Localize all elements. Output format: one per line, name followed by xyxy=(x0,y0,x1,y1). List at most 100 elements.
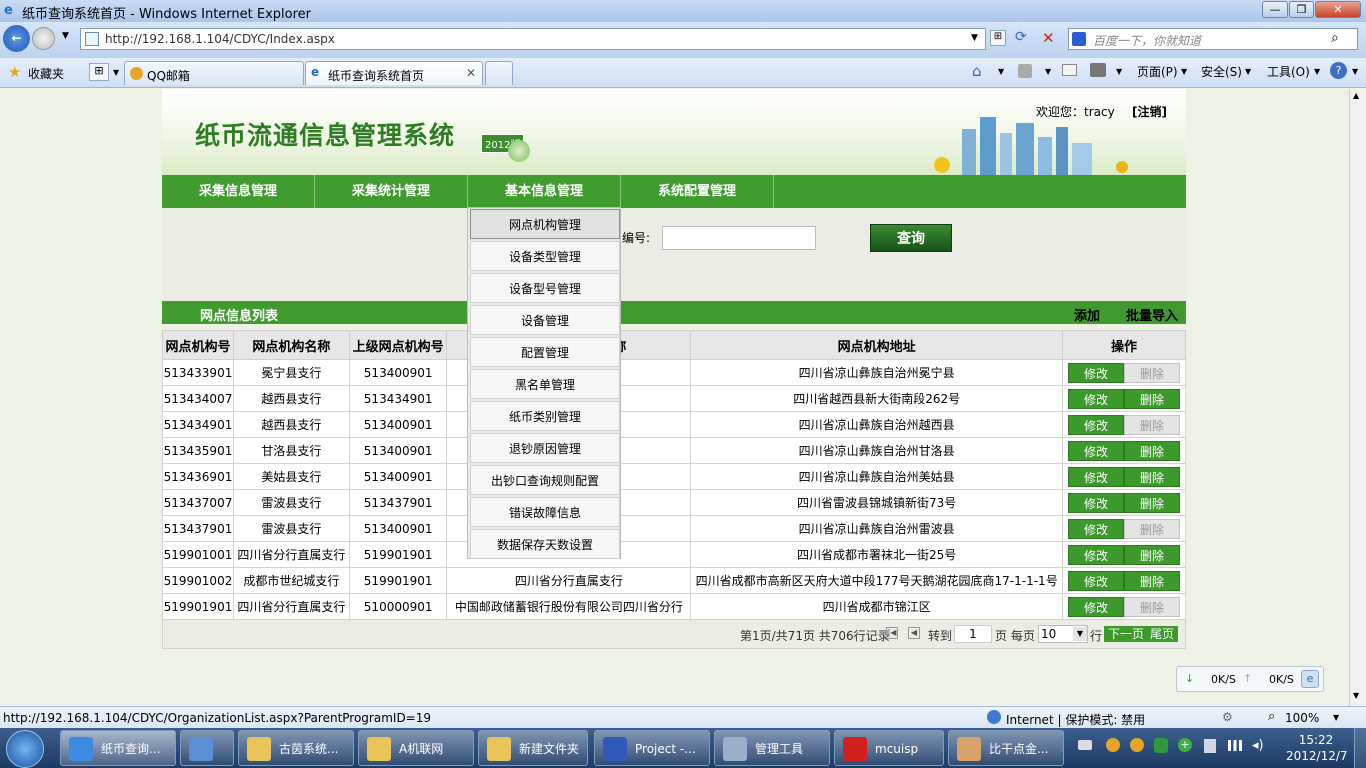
scroll-down-icon[interactable]: ▼ xyxy=(1353,691,1359,700)
edit-button[interactable]: 修改 xyxy=(1068,518,1125,539)
col-address-header[interactable]: 网点机构地址 xyxy=(690,330,1064,360)
search-box[interactable]: 百度一下，你就知道 ⌕ xyxy=(1068,28,1358,50)
taskbar-item-folder-2[interactable]: A机联网 xyxy=(358,730,474,766)
close-button[interactable]: ✕ xyxy=(1315,1,1361,18)
volume-icon[interactable]: ◂) xyxy=(1252,738,1264,753)
taskbar-item-chat[interactable]: 比干点金... xyxy=(948,730,1064,766)
taskbar-item-browser[interactable]: 纸币查询... xyxy=(60,730,176,766)
help-icon[interactable]: ? xyxy=(1330,62,1347,79)
zoom-dropdown-icon[interactable]: ▼ xyxy=(1333,713,1339,722)
taskbar-item-explorer[interactable] xyxy=(180,730,234,766)
delete-button[interactable]: 删除 xyxy=(1124,466,1181,487)
query-button[interactable]: 查询 xyxy=(870,224,952,252)
vertical-scrollbar[interactable]: ▲ ▼ xyxy=(1349,89,1366,706)
print-dropdown-icon[interactable]: ▼ xyxy=(1116,67,1122,76)
taskbar-item-folder-1[interactable]: 古茵系统... xyxy=(238,730,354,766)
delete-button[interactable]: 删除 xyxy=(1124,388,1181,409)
favorites-label[interactable]: 收藏夹 xyxy=(28,65,64,82)
qq-tray-icon[interactable] xyxy=(1106,738,1120,752)
add-link[interactable]: 添加 xyxy=(1074,305,1100,324)
address-dropdown-icon[interactable]: ▼ xyxy=(971,33,978,43)
next-page-button[interactable]: 下一页 xyxy=(1104,626,1149,642)
delete-button[interactable]: 删除 xyxy=(1124,544,1181,565)
scroll-up-icon[interactable]: ▲ xyxy=(1353,91,1359,100)
tab-close-icon[interactable]: ✕ xyxy=(466,66,476,80)
compat-view-icon[interactable]: ⊞ xyxy=(990,30,1006,46)
col-name-header[interactable]: 网点机构名称 xyxy=(232,330,350,360)
taskbar-item-folder-3[interactable]: 新建文件夹 xyxy=(478,730,588,766)
home-icon[interactable]: ⌂ xyxy=(972,62,982,80)
dropdown-item[interactable]: 设备管理 xyxy=(470,305,620,335)
home-dropdown-icon[interactable]: ▼ xyxy=(998,67,1004,76)
minimize-button[interactable]: — xyxy=(1262,1,1288,18)
batch-import-link[interactable]: 批量导入 xyxy=(1126,305,1178,324)
system-clock[interactable]: 15:22 2012/12/7 xyxy=(1286,732,1348,764)
start-button[interactable] xyxy=(6,730,44,768)
forward-icon[interactable] xyxy=(32,27,55,50)
edit-button[interactable]: 修改 xyxy=(1068,388,1125,409)
add-tray-icon[interactable]: + xyxy=(1178,738,1192,752)
print-icon[interactable] xyxy=(1090,63,1106,77)
edit-button[interactable]: 修改 xyxy=(1068,570,1125,591)
taskbar-item-mcuisp[interactable]: mcuisp xyxy=(834,730,944,766)
prev-page-icon[interactable]: ◀ xyxy=(908,627,920,639)
dropdown-item[interactable]: 设备类型管理 xyxy=(470,241,620,271)
menu-system-config[interactable]: 系统配置管理 xyxy=(621,175,774,208)
edit-button[interactable]: 修改 xyxy=(1068,414,1125,435)
edit-button[interactable]: 修改 xyxy=(1068,544,1125,565)
dropdown-item[interactable]: 退钞原因管理 xyxy=(470,433,620,463)
tab-list-dropdown-icon[interactable]: ▼ xyxy=(113,68,119,77)
menu-collect-stats[interactable]: 采集统计管理 xyxy=(315,175,468,208)
feeds-icon[interactable] xyxy=(1018,64,1032,78)
quick-tabs-icon[interactable]: ⊞ xyxy=(89,63,109,81)
search-icon[interactable]: ⌕ xyxy=(1331,30,1339,46)
col-code-header[interactable]: 网点机构号 xyxy=(162,330,234,360)
edit-button[interactable]: 修改 xyxy=(1068,492,1125,513)
dropdown-item[interactable]: 错误故障信息 xyxy=(470,497,620,527)
address-bar[interactable]: http://192.168.1.104/CDYC/Index.aspx ▼ xyxy=(80,28,986,50)
edit-button[interactable]: 修改 xyxy=(1068,440,1125,461)
ie-monitor-icon[interactable]: e xyxy=(1301,670,1319,688)
protected-mode-icon[interactable]: ⚙ xyxy=(1222,710,1233,724)
taskbar-item-project[interactable]: Project -... xyxy=(594,730,710,766)
page-number-input[interactable]: 1 xyxy=(954,625,992,643)
delete-button[interactable]: 删除 xyxy=(1124,492,1181,513)
menu-basic-info[interactable]: 基本信息管理 xyxy=(468,175,621,208)
code-input[interactable] xyxy=(662,226,816,250)
edit-button[interactable]: 修改 xyxy=(1068,596,1125,617)
zoom-level[interactable]: 100% xyxy=(1285,711,1319,725)
dropdown-item[interactable]: 纸币类别管理 xyxy=(470,401,620,431)
stop-icon[interactable]: ✕ xyxy=(1042,29,1055,47)
zoom-magnifier-icon[interactable]: ⌕ xyxy=(1268,709,1275,724)
taskbar-item-admin-tools[interactable]: 管理工具 xyxy=(714,730,830,766)
dropdown-item[interactable]: 黑名单管理 xyxy=(470,369,620,399)
tab-current[interactable]: e 纸币查询系统首页 ✕ xyxy=(305,61,483,85)
device-tray-icon[interactable] xyxy=(1204,739,1216,753)
first-page-icon[interactable]: |◀ xyxy=(886,627,898,639)
dropdown-item[interactable]: 数据保存天数设置 xyxy=(470,529,620,559)
safety-menu[interactable]: 安全(S) xyxy=(1201,63,1242,80)
tools-menu[interactable]: 工具(O) xyxy=(1267,63,1310,80)
back-icon[interactable]: ← xyxy=(3,25,30,52)
delete-button[interactable]: 删除 xyxy=(1124,440,1181,461)
col-parent-header[interactable]: 上级网点机构号 xyxy=(348,330,448,360)
logout-link[interactable]: [注销] xyxy=(1132,103,1167,120)
page-menu[interactable]: 页面(P) xyxy=(1137,63,1178,80)
qq-tray-icon-2[interactable] xyxy=(1130,738,1144,752)
new-tab-button[interactable] xyxy=(485,61,513,85)
security-shield-icon[interactable] xyxy=(1154,738,1168,753)
page-size-select[interactable]: 10 ▼ xyxy=(1038,625,1088,643)
edit-button[interactable]: 修改 xyxy=(1068,362,1125,383)
dropdown-item[interactable]: 出钞口查询规则配置 xyxy=(470,465,620,495)
refresh-icon[interactable]: ⟳ xyxy=(1015,29,1027,45)
last-page-button[interactable]: 尾页 xyxy=(1146,626,1179,642)
edit-button[interactable]: 修改 xyxy=(1068,466,1125,487)
dropdown-item[interactable]: 配置管理 xyxy=(470,337,620,367)
delete-button[interactable]: 删除 xyxy=(1124,570,1181,591)
tab-qqmail[interactable]: QQ邮箱 xyxy=(124,61,304,85)
show-desktop-button[interactable] xyxy=(1354,728,1366,768)
favorites-star-icon[interactable]: ★ xyxy=(8,63,21,81)
history-dropdown-icon[interactable]: ▼ xyxy=(62,31,69,41)
menu-collect-info[interactable]: 采集信息管理 xyxy=(162,175,315,208)
mail-icon[interactable] xyxy=(1062,64,1077,76)
